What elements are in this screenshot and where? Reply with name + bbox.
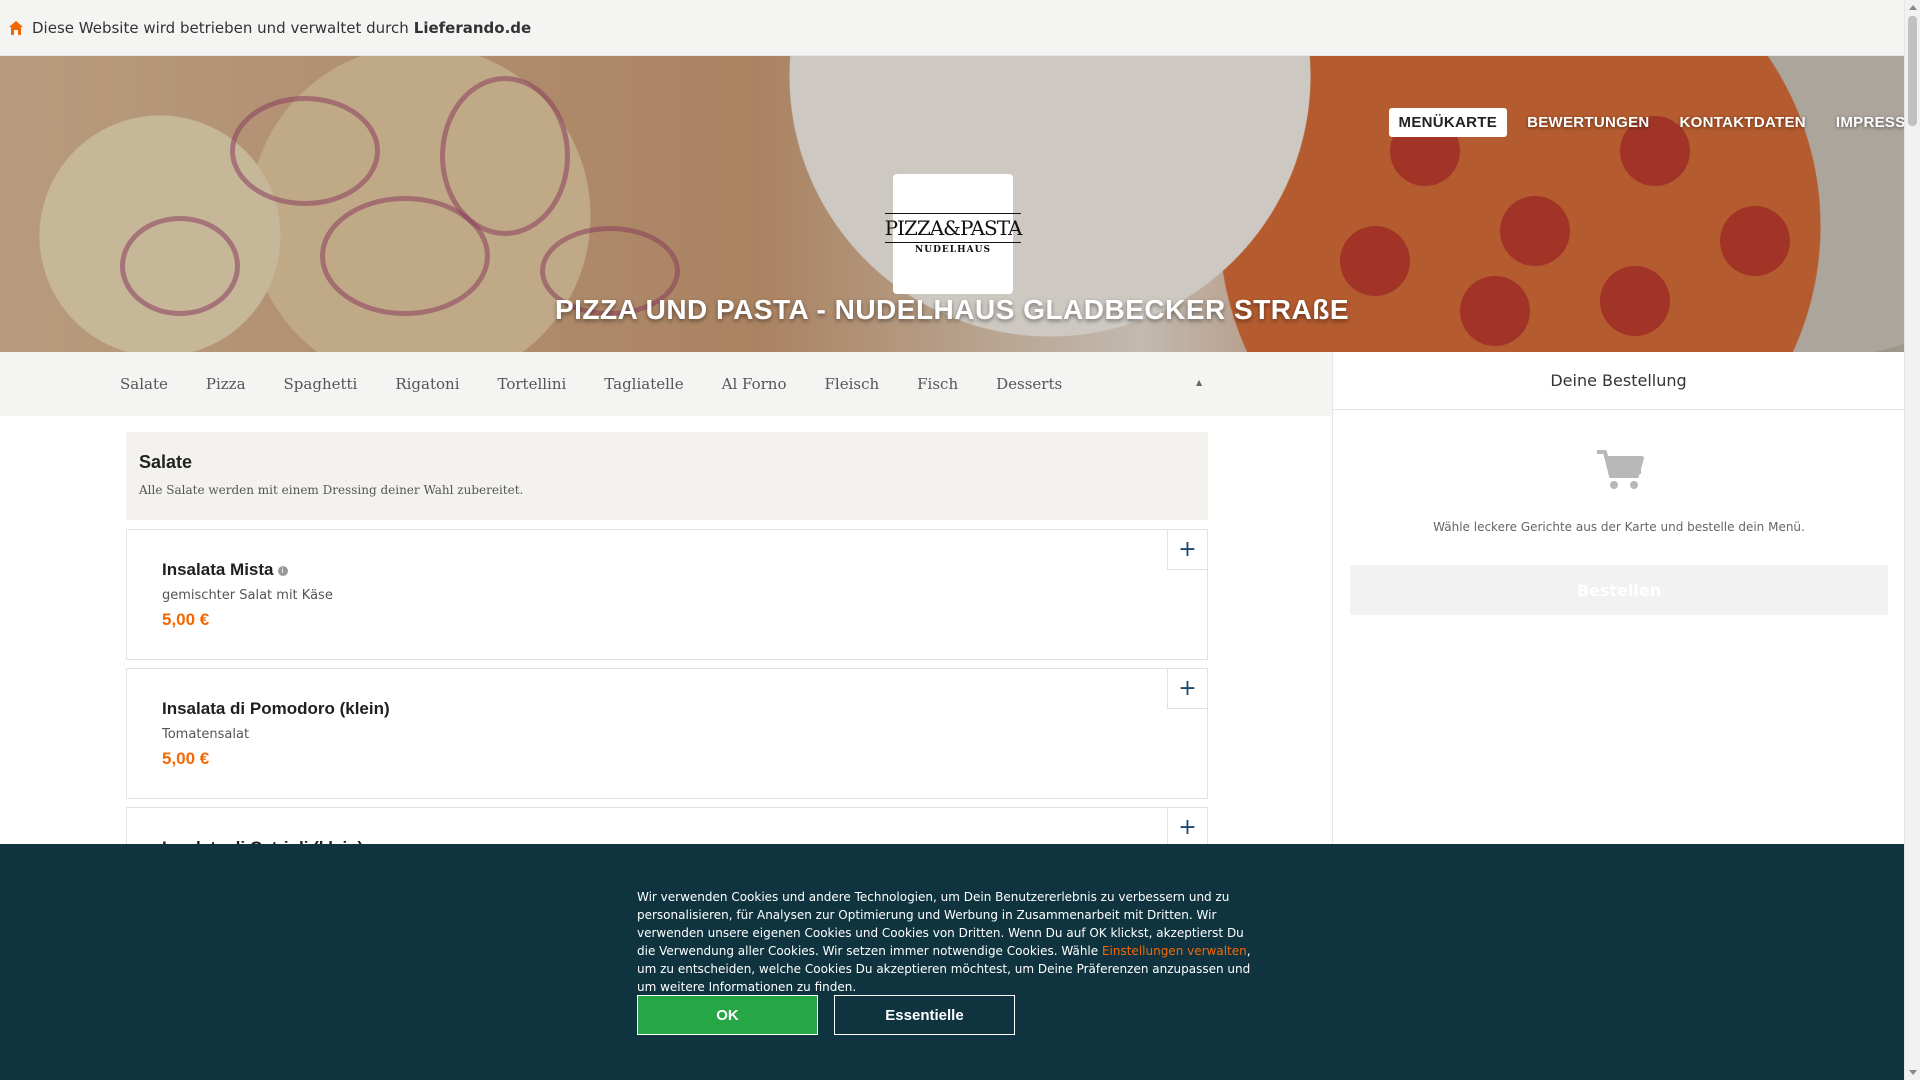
category-tagliatelle[interactable]: Tagliatelle (604, 375, 683, 393)
cookie-ok-button[interactable]: OK (637, 995, 818, 1035)
category-bar: Salate Pizza Spaghetti Rigatoni Tortelli… (0, 352, 1332, 416)
restaurant-title: PIZZA UND PASTA - NUDELHAUS GLADBECKER S… (554, 294, 1350, 325)
category-tortellini[interactable]: Tortellini (498, 375, 567, 393)
category-fleisch[interactable]: Fleisch (825, 375, 880, 393)
home-icon (9, 20, 23, 35)
menu-item-description: gemischter Salat mit Käse (162, 588, 333, 603)
menu-item-name: Insalata di Pomodoro (klein) (162, 699, 390, 718)
category-fisch[interactable]: Fisch (917, 375, 958, 393)
add-item-button[interactable]: + (1167, 808, 1207, 848)
nav-kontaktdaten[interactable]: KONTAKTDATEN (1670, 108, 1816, 137)
menu-item-price: 5,00 € (162, 749, 210, 768)
cookie-text: Wir verwenden Cookies und andere Technol… (637, 888, 1263, 996)
add-item-button[interactable]: + (1167, 530, 1207, 570)
page-scrollbar[interactable] (1904, 0, 1920, 1080)
category-pizza[interactable]: Pizza (206, 375, 246, 393)
operator-info-text: Diese Website wird betrieben und verwalt… (32, 18, 409, 37)
category-desserts[interactable]: Desserts (996, 375, 1062, 393)
logo-line-2: NUDELHAUS (915, 245, 991, 255)
section-description: Alle Salate werden mit einem Dressing de… (139, 483, 524, 497)
menu-item-price: 5,00 € (162, 610, 210, 629)
category-rigatoni[interactable]: Rigatoni (395, 375, 459, 393)
nav-bewertungen[interactable]: BEWERTUNGEN (1517, 108, 1659, 137)
menu-item-name-row: Insalata Mista i (162, 560, 288, 580)
category-spaghetti[interactable]: Spaghetti (284, 375, 358, 393)
cookie-essential-button[interactable]: Essentielle (834, 995, 1015, 1035)
restaurant-logo: PIZZA&PASTA NUDELHAUS (884, 174, 1022, 294)
scrollbar-thumb[interactable] (1908, 16, 1917, 126)
nav-menuekarte[interactable]: MENÜKARTE (1388, 108, 1508, 137)
info-icon[interactable]: i (277, 565, 288, 576)
category-salate[interactable]: Salate (120, 375, 168, 393)
operator-brand-link[interactable]: Lieferando.de (414, 19, 531, 37)
more-icon[interactable]: ▲ (1196, 378, 1202, 387)
basket-empty-hint: Wähle leckere Gerichte aus der Karte und… (1433, 520, 1805, 534)
basket-title: Deine Bestellung (1333, 352, 1904, 410)
menu-item[interactable]: Insalata Mista i gemischter Salat mit Käs… (126, 529, 1208, 660)
category-al-forno[interactable]: Al Forno (722, 375, 787, 393)
logo-line-1: PIZZA&PASTA (884, 213, 1022, 243)
section-header: Salate Alle Salate werden mit einem Dres… (126, 432, 1208, 520)
cart-icon (1597, 450, 1644, 489)
menu-item-description: Tomatensalat (162, 727, 250, 742)
operator-info-bar: Diese Website wird betrieben und verwalt… (0, 0, 1904, 56)
nav-impressum[interactable]: IMPRESSUM (1826, 108, 1904, 137)
menu-item[interactable]: Insalata di Pomodoro (klein) Tomatensala… (126, 668, 1208, 799)
add-item-button[interactable]: + (1167, 669, 1207, 709)
scroll-up-icon[interactable] (1909, 5, 1917, 10)
order-button[interactable]: Bestellen (1350, 565, 1888, 615)
scroll-down-icon[interactable] (1909, 1070, 1917, 1075)
cookie-settings-link[interactable]: Einstellungen verwalten (1102, 944, 1247, 958)
cookie-banner: Wir verwenden Cookies und andere Technol… (0, 844, 1904, 1080)
hero-banner: MENÜKARTE BEWERTUNGEN KONTAKTDATEN IMPRESSU… (0, 56, 1904, 352)
menu-item-name: Insalata Mista (162, 560, 274, 579)
section-title: Salate (139, 452, 193, 472)
